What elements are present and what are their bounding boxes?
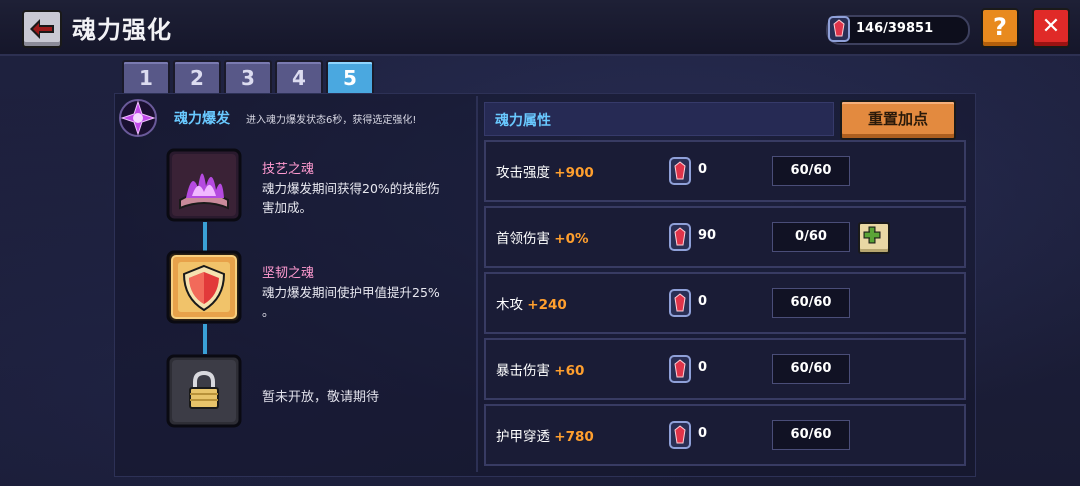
arrow-left-icon bbox=[30, 19, 54, 39]
attribute-level: 0/60 bbox=[772, 222, 850, 252]
soul-burst-title: 魂力爆发 bbox=[174, 111, 230, 127]
skill-connector bbox=[203, 324, 207, 354]
soul-gem-icon bbox=[669, 223, 691, 251]
skill-2-desc-line: 魂力爆发期间使护甲值提升25% bbox=[262, 285, 440, 300]
soul-currency-display: 146/39851 bbox=[826, 15, 970, 45]
currency-amount: 146/39851 bbox=[856, 21, 934, 36]
soul-gem-icon bbox=[828, 16, 850, 42]
attribute-label: 暴击伤害 bbox=[496, 363, 550, 379]
attribute-label: 首领伤害 bbox=[496, 231, 550, 247]
attribute-label: 木攻 bbox=[496, 297, 523, 313]
tab-4[interactable]: 4 bbox=[275, 60, 323, 94]
page-title: 魂力强化 bbox=[72, 16, 172, 44]
close-button[interactable]: ✕ bbox=[1032, 8, 1070, 48]
tab-5[interactable]: 5 bbox=[326, 60, 374, 94]
attribute-row: 暴击伤害 +60 0 60/60 bbox=[484, 338, 966, 400]
skill-2-desc-line: 。 bbox=[262, 304, 275, 319]
add-point-button[interactable] bbox=[858, 222, 890, 254]
lock-icon[interactable] bbox=[166, 354, 242, 428]
soul-burst-description: 进入魂力爆发状态6秒，获得选定强化! bbox=[246, 115, 417, 126]
attribute-gem-count: 0 bbox=[698, 360, 708, 375]
tab-3[interactable]: 3 bbox=[224, 60, 272, 94]
attribute-bonus: +240 bbox=[527, 297, 567, 313]
attribute-level: 60/60 bbox=[772, 288, 850, 318]
attribute-bonus: +0% bbox=[554, 231, 589, 247]
attribute-bonus: +780 bbox=[554, 429, 594, 445]
plus-icon bbox=[863, 226, 881, 244]
attribute-row: 首领伤害 +0% 90 0/60 bbox=[484, 206, 966, 268]
attribute-gem-count: 0 bbox=[698, 162, 708, 177]
shield-icon[interactable] bbox=[166, 250, 242, 324]
soul-gem-icon bbox=[669, 355, 691, 383]
attribute-label: 攻击强度 bbox=[496, 165, 550, 181]
tab-1[interactable]: 1 bbox=[122, 60, 170, 94]
attribute-name: 木攻 +240 bbox=[496, 293, 567, 313]
attribute-name: 护甲穿透 +780 bbox=[496, 425, 594, 445]
attribute-name: 暴击伤害 +60 bbox=[496, 359, 584, 379]
attribute-level: 60/60 bbox=[772, 156, 850, 186]
attribute-header-label: 魂力属性 bbox=[495, 113, 551, 129]
column-divider bbox=[476, 96, 478, 472]
attribute-level: 60/60 bbox=[772, 420, 850, 450]
soul-gem-icon bbox=[669, 157, 691, 185]
attribute-name: 攻击强度 +900 bbox=[496, 161, 594, 181]
soul-gem-icon bbox=[669, 421, 691, 449]
attribute-label: 护甲穿透 bbox=[496, 429, 550, 445]
attribute-name: 首领伤害 +0% bbox=[496, 227, 589, 247]
skill-1-desc-line: 害加成。 bbox=[262, 200, 313, 215]
locked-skill-text: 暂未开放，敬请期待 bbox=[262, 390, 380, 405]
skill-2-name: 坚韧之魂 bbox=[262, 266, 315, 281]
attribute-gem-count: 0 bbox=[698, 294, 708, 309]
top-bar: 魂力强化 146/39851 ? ✕ bbox=[0, 0, 1080, 56]
soul-gem-icon bbox=[669, 289, 691, 317]
attribute-gem-count: 90 bbox=[698, 228, 717, 243]
attribute-level: 60/60 bbox=[772, 354, 850, 384]
tab-2[interactable]: 2 bbox=[173, 60, 221, 94]
attribute-bonus: +60 bbox=[554, 363, 585, 379]
attribute-row: 护甲穿透 +780 0 60/60 bbox=[484, 404, 966, 466]
attribute-bonus: +900 bbox=[554, 165, 594, 181]
skill-soul-icon[interactable] bbox=[166, 148, 242, 222]
help-button[interactable]: ? bbox=[981, 8, 1019, 48]
attribute-header: 魂力属性 bbox=[484, 102, 834, 136]
skill-1-desc-line: 魂力爆发期间获得20%的技能伤 bbox=[262, 181, 440, 196]
skill-connector bbox=[203, 222, 207, 252]
reset-points-button[interactable]: 重置加点 bbox=[840, 100, 956, 140]
attribute-gem-count: 0 bbox=[698, 426, 708, 441]
attribute-row: 攻击强度 +900 0 60/60 bbox=[484, 140, 966, 202]
soul-burst-icon bbox=[119, 99, 157, 137]
skill-2-description: 魂力爆发期间使护甲值提升25% 。 bbox=[262, 283, 472, 321]
skill-1-description: 魂力爆发期间获得20%的技能伤 害加成。 bbox=[262, 179, 472, 217]
skill-1-name: 技艺之魂 bbox=[262, 162, 315, 177]
attribute-row: 木攻 +240 0 60/60 bbox=[484, 272, 966, 334]
back-button[interactable] bbox=[22, 10, 62, 48]
